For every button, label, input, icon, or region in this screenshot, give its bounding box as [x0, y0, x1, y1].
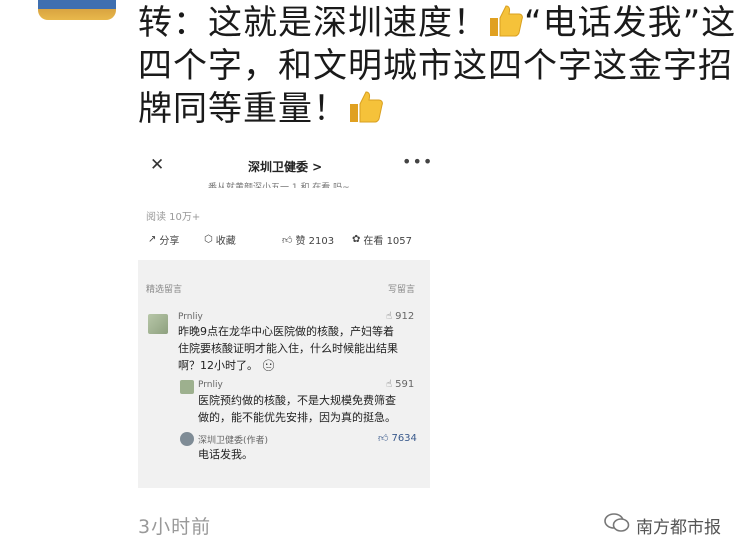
like-button[interactable]: 👍︎ 赞 2103	[282, 232, 335, 248]
reply-avatar[interactable]	[180, 380, 194, 394]
comment-line3: 啊？12小时了。 🙂︎	[178, 359, 276, 372]
comment-username[interactable]: Prnliy	[178, 312, 203, 322]
author-avatar[interactable]	[180, 432, 194, 446]
looking-button[interactable]: ✿ 在看 1057	[352, 232, 412, 247]
smile-emoji-icon: 🙂︎	[261, 359, 276, 372]
reply-line1: 医院预约做的核酸，不是大规模免费筛查	[198, 394, 396, 407]
comment-like[interactable]: ☝ 912	[386, 311, 414, 322]
watermark: 南方都市报	[604, 512, 721, 539]
comment-line1: 昨晚9点在龙华中心医院做的核酸，产妇等着	[178, 325, 394, 338]
collect-label: 收藏	[215, 236, 236, 247]
author-reply-text: 电话发我。	[198, 448, 253, 461]
like-label: 赞 2103	[295, 236, 335, 247]
embedded-screenshot: ✕ 深圳卫健委 > ••• 番从就黄颜深小五一 1 和 在看 吗~ 阅读 10万…	[138, 150, 430, 488]
wechat-icon	[604, 512, 630, 539]
post-text-part1: 转：这就是深圳速度！	[138, 3, 488, 43]
post-text: 转：这就是深圳速度！ “电话发我”这四个字，和文明城市这四个字这金字招牌同等重量！	[138, 2, 738, 131]
author-like-count: 7634	[391, 432, 417, 444]
selected-comments-label: 精选留言	[146, 285, 183, 295]
thumb-filled-icon: 👍︎	[378, 433, 389, 444]
author-like[interactable]: 👍︎ 7634	[378, 432, 417, 445]
cut-off-text: 番从就黄颜深小五一 1 和 在看 吗~	[208, 183, 350, 188]
read-count: 阅读 10万+	[146, 212, 201, 223]
more-icon[interactable]: •••	[402, 152, 430, 171]
share-label: 分享	[159, 236, 180, 247]
article-nav-bar: ✕ 深圳卫健委 > •••	[138, 150, 430, 182]
looking-label: 在看 1057	[363, 236, 413, 247]
comment-avatar[interactable]	[148, 314, 168, 334]
thumbs-up-icon-2	[348, 90, 384, 124]
author-username[interactable]: 深圳卫健委(作者)	[198, 433, 268, 446]
thumbs-up-icon	[488, 4, 524, 38]
cube-icon: ⬡	[204, 234, 213, 245]
reply-like[interactable]: ☝ 591	[386, 379, 414, 390]
reply-username[interactable]: Prnliy	[198, 380, 223, 390]
post-timestamp: 3小时前	[138, 516, 212, 538]
avatar[interactable]	[38, 0, 116, 20]
thumb-icon: 👍︎	[282, 234, 293, 246]
flower-icon: ✿	[352, 234, 361, 245]
reply-line2: 做的，能不能优先安排，因为真的挺急。	[198, 411, 396, 424]
thumb-outline-icon: ☝	[386, 311, 393, 322]
reply-like-count: 591	[395, 379, 415, 390]
watermark-text: 南方都市报	[636, 518, 721, 538]
close-icon[interactable]: ✕	[150, 155, 164, 175]
comment-line2: 住院要核酸证明才能入住，什么时候能出结果	[178, 342, 398, 355]
thumb-outline-icon: ☝	[386, 379, 393, 390]
collect-button[interactable]: ⬡ 收藏	[204, 232, 236, 247]
comment-like-count: 912	[395, 311, 415, 322]
write-comment-button[interactable]: 写留言	[388, 282, 415, 295]
share-icon: ↗	[148, 234, 157, 245]
share-button[interactable]: ↗ 分享	[148, 232, 179, 247]
account-title[interactable]: 深圳卫健委 >	[248, 158, 322, 175]
